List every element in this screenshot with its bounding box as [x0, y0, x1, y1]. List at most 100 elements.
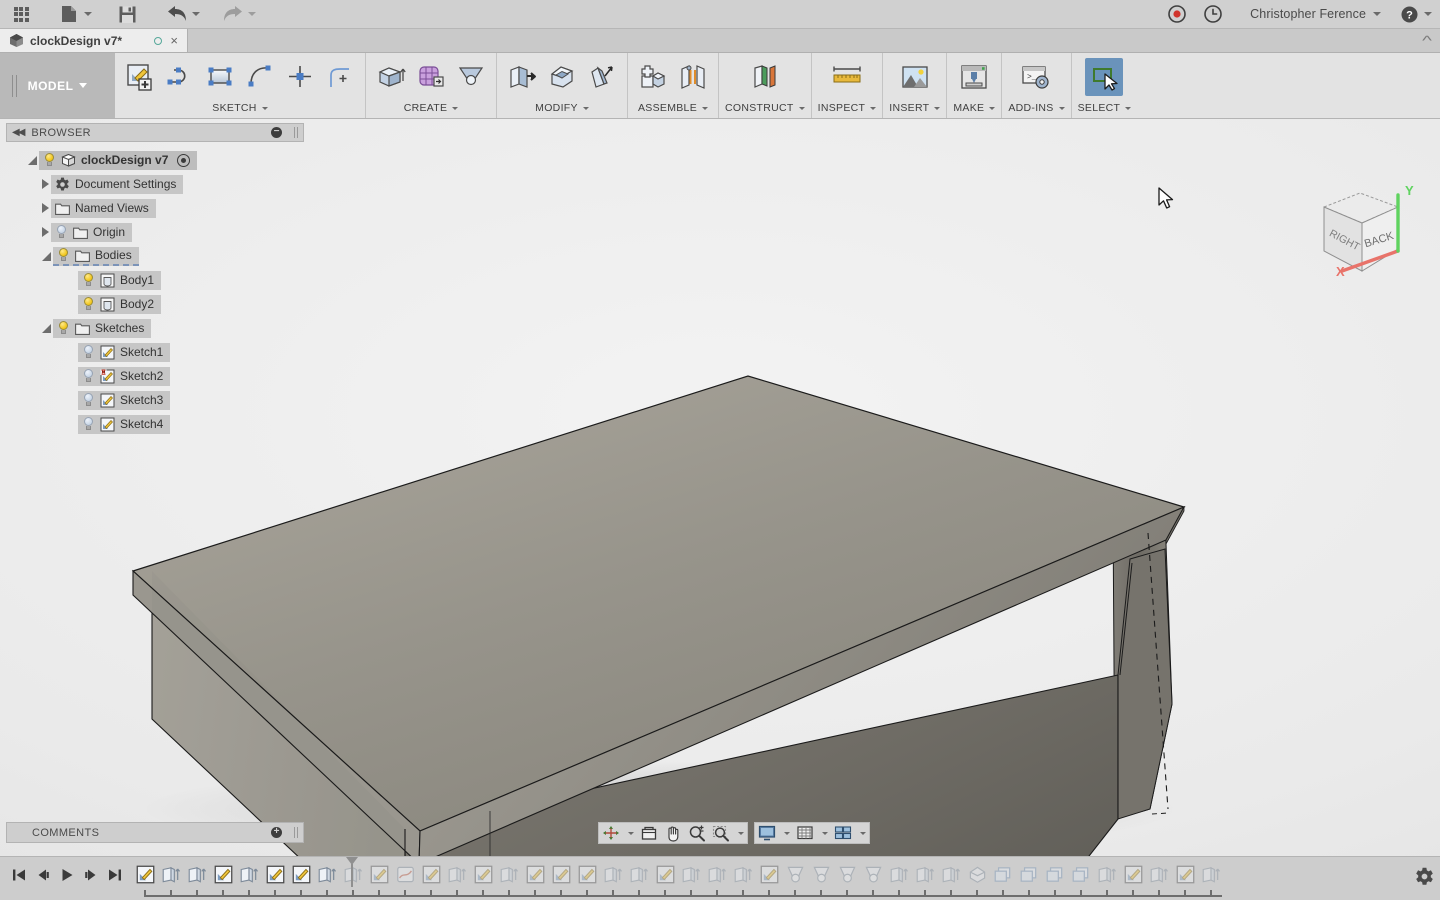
feature-sketch[interactable] [210, 861, 236, 887]
job-status-button[interactable] [1200, 2, 1226, 26]
feature-extrude[interactable] [886, 861, 912, 887]
expander-right-icon[interactable] [42, 227, 49, 237]
feature-extrude[interactable] [704, 861, 730, 887]
feature-sketch[interactable] [418, 861, 444, 887]
offset-plane-button[interactable] [746, 58, 784, 96]
panel-create-label[interactable]: CREATE [372, 100, 490, 116]
save-button[interactable] [114, 2, 140, 26]
activate-component-radio[interactable] [177, 154, 190, 167]
feature-sketch[interactable] [1120, 861, 1146, 887]
visibility-bulb-icon[interactable] [82, 273, 95, 287]
display-settings-caret-icon[interactable] [779, 823, 793, 843]
insert-image-button[interactable] [896, 58, 934, 96]
feature-sketch[interactable] [366, 861, 392, 887]
fillet-button[interactable] [543, 58, 581, 96]
panel-select-label[interactable]: SELECT [1078, 100, 1132, 116]
revolve-button[interactable] [452, 58, 490, 96]
create-form-button[interactable] [412, 58, 450, 96]
feature-copy[interactable] [1016, 861, 1042, 887]
panel-inspect-label[interactable]: INSPECT [818, 100, 877, 116]
visibility-bulb-icon[interactable] [57, 321, 70, 335]
panel-modify-label[interactable]: MODIFY [503, 100, 621, 116]
tree-row-origin[interactable]: Origin [6, 220, 304, 244]
feature-sketch[interactable] [574, 861, 600, 887]
orbit-button[interactable] [599, 823, 623, 843]
sketch-line-button[interactable] [161, 58, 199, 96]
expander-right-icon[interactable] [42, 203, 49, 213]
feature-extrude[interactable] [1146, 861, 1172, 887]
timeline-track[interactable] [132, 857, 1440, 900]
create-sketch-button[interactable] [121, 58, 159, 96]
feature-revolve[interactable] [808, 861, 834, 887]
visibility-bulb-icon[interactable] [82, 393, 95, 407]
tree-row-body1[interactable]: Body1 [6, 268, 304, 292]
zoom-window-caret-icon[interactable] [733, 823, 747, 843]
expander-down-icon[interactable] [42, 252, 51, 261]
feature-copy[interactable] [1042, 861, 1068, 887]
go-to-beginning-button[interactable] [8, 865, 30, 885]
tree-row-bodies[interactable]: Bodies [6, 244, 304, 268]
feature-sketch[interactable] [470, 861, 496, 887]
tree-row-sketch1[interactable]: Sketch1 [6, 340, 304, 364]
step-back-button[interactable] [32, 865, 54, 885]
tree-row-sketch2[interactable]: Sketch2 [6, 364, 304, 388]
feature-extrude[interactable] [600, 861, 626, 887]
go-to-end-button[interactable] [104, 865, 126, 885]
feature-extrude[interactable] [158, 861, 184, 887]
document-tab[interactable]: clockDesign v7* × [0, 29, 188, 52]
feature-extrude[interactable] [730, 861, 756, 887]
panel-sketch-label[interactable]: SKETCH [121, 100, 359, 116]
feature-loft[interactable] [392, 861, 418, 887]
visibility-bulb-icon[interactable] [82, 369, 95, 383]
zoom-window-button[interactable] [709, 823, 733, 843]
feature-revolve[interactable] [860, 861, 886, 887]
add-comment-button[interactable]: + [271, 827, 282, 838]
collapse-icon[interactable]: ◀◀ [12, 127, 23, 138]
feature-extrude[interactable] [1198, 861, 1224, 887]
undo-button[interactable] [164, 2, 190, 26]
new-component-button[interactable] [634, 58, 672, 96]
panel-addins-label[interactable]: ADD-INS [1008, 100, 1064, 116]
draft-button[interactable] [583, 58, 621, 96]
3d-print-button[interactable] [955, 58, 993, 96]
file-button[interactable] [56, 2, 82, 26]
visibility-bulb-icon[interactable] [43, 153, 56, 167]
user-menu[interactable]: Christopher Ference [1250, 7, 1381, 21]
feature-fillet[interactable] [964, 861, 990, 887]
press-pull-button[interactable] [503, 58, 541, 96]
pan-button[interactable] [661, 823, 685, 843]
step-forward-button[interactable] [80, 865, 102, 885]
feature-extrude[interactable] [1094, 861, 1120, 887]
feature-extrude[interactable] [314, 861, 340, 887]
workspace-selector[interactable]: MODEL [0, 53, 115, 118]
measure-button[interactable] [828, 58, 866, 96]
feature-revolve[interactable] [782, 861, 808, 887]
feature-sketch[interactable] [522, 861, 548, 887]
comments-resize-grip[interactable] [294, 827, 298, 838]
feature-extrude[interactable] [236, 861, 262, 887]
chevron-up-icon[interactable]: ^ [1422, 33, 1432, 48]
tree-row-document-settings[interactable]: Document Settings [6, 172, 304, 196]
screencast-record-button[interactable] [1164, 2, 1190, 26]
tree-row-named-views[interactable]: Named Views [6, 196, 304, 220]
visibility-bulb-icon[interactable] [82, 417, 95, 431]
feature-revolve[interactable] [834, 861, 860, 887]
fit-button[interactable] [637, 823, 661, 843]
visibility-bulb-icon[interactable] [57, 248, 70, 262]
sketch-point-button[interactable] [281, 58, 319, 96]
feature-extrude[interactable] [912, 861, 938, 887]
scripts-addins-button[interactable]: >_ [1017, 58, 1055, 96]
feature-sketch[interactable] [288, 861, 314, 887]
zoom-button[interactable] [685, 823, 709, 843]
feature-extrude[interactable] [184, 861, 210, 887]
feature-sketch[interactable] [756, 861, 782, 887]
panel-assemble-label[interactable]: ASSEMBLE [634, 100, 712, 116]
expander-right-icon[interactable] [42, 179, 49, 189]
feature-sketch[interactable] [262, 861, 288, 887]
expander-down-icon[interactable] [28, 156, 37, 165]
timeline-settings-button[interactable] [1415, 867, 1434, 891]
sketch-fillet-button[interactable] [321, 58, 359, 96]
tree-row-root[interactable]: clockDesign v7 [6, 148, 304, 172]
panel-make-label[interactable]: MAKE [953, 100, 995, 116]
file-caret-icon[interactable] [84, 12, 92, 16]
